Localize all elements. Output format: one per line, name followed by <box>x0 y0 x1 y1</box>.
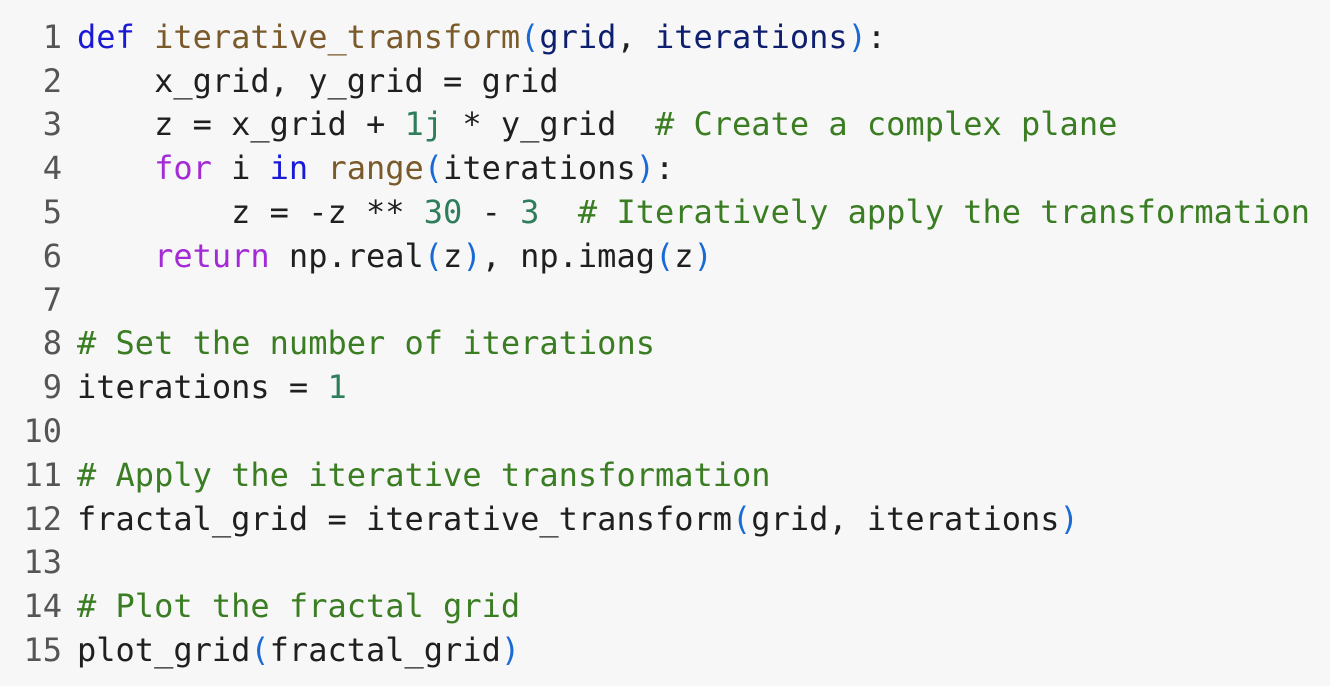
code-token-paren: ) <box>500 631 521 670</box>
line-number: 4 <box>42 149 62 188</box>
code-token-plain: , np.imag <box>481 236 655 275</box>
code-token-builtin: range <box>327 149 424 188</box>
code-line[interactable]: 3 z = x_grid + 1j * y_grid # Create a co… <box>0 103 1330 147</box>
line-code[interactable]: plot_grid(fractal_grid) <box>77 631 520 669</box>
code-line[interactable]: 14 # Plot the fractal grid <box>0 584 1330 628</box>
code-token-num: 1j <box>404 105 444 144</box>
code-token-plain: x_grid, y_grid = grid <box>77 61 559 100</box>
code-token-num: 30 <box>423 193 463 232</box>
line-number: 9 <box>42 368 62 407</box>
line-number: 13 <box>23 543 62 582</box>
line-number: 14 <box>23 587 62 626</box>
code-token-plain: i <box>211 149 270 188</box>
code-token-plain: fractal_grid = iterative_transform <box>77 499 733 538</box>
code-token-ctrl: return <box>154 236 270 275</box>
line-code[interactable]: # Plot the fractal grid <box>77 587 520 625</box>
line-code[interactable]: z = x_grid + 1j * y_grid # Create a comp… <box>77 105 1117 143</box>
code-token-comment: # Iteratively apply the transformation <box>577 193 1310 232</box>
code-token-param: iterations <box>654 17 848 56</box>
code-token-plain: : <box>866 17 887 56</box>
code-token-paren: ) <box>462 236 482 275</box>
code-line[interactable]: 7 <box>0 278 1330 322</box>
code-token-plain: z <box>674 236 694 275</box>
code-line[interactable]: 4 for i in range(iterations): <box>0 146 1330 190</box>
code-line[interactable]: 8 # Set the number of iterations <box>0 322 1330 366</box>
line-number: 1 <box>42 17 62 56</box>
code-token-plain: plot_grid <box>77 631 251 670</box>
code-token-plain: grid, iterations <box>751 499 1060 538</box>
code-token-fn: iterative_transform <box>154 17 521 56</box>
line-code[interactable]: fractal_grid = iterative_transform(grid,… <box>77 500 1079 538</box>
code-token-plain: * y_grid <box>443 105 655 144</box>
code-token-paren: ( <box>423 149 444 188</box>
code-token-comment: # Create a complex plane <box>654 105 1118 144</box>
code-token-plain: iterations <box>443 149 636 188</box>
line-number: 6 <box>42 236 62 275</box>
line-code[interactable]: # Set the number of iterations <box>77 324 655 362</box>
code-token-paren: ( <box>654 236 675 275</box>
code-token-plain: z <box>443 236 463 275</box>
code-token-plain: , <box>616 17 655 56</box>
code-token-paren: ( <box>732 499 752 538</box>
code-token-param: grid <box>539 17 617 56</box>
code-token-comment: # Set the number of iterations <box>77 324 655 363</box>
line-code[interactable]: iterations = 1 <box>77 368 347 406</box>
line-number: 3 <box>42 105 62 144</box>
line-number: 15 <box>23 631 62 670</box>
line-code[interactable]: x_grid, y_grid = grid <box>77 62 559 100</box>
line-number: 8 <box>42 324 62 363</box>
line-code[interactable]: z = -z ** 30 - 3 # Iteratively apply the… <box>77 193 1310 231</box>
code-token-num: 3 <box>520 193 540 232</box>
code-line[interactable]: 13 <box>0 541 1330 585</box>
code-line[interactable]: 9 iterations = 1 <box>0 365 1330 409</box>
code-token-in: in <box>269 149 309 188</box>
code-token-paren: ( <box>423 236 444 275</box>
code-token-plain: z = -z ** <box>77 193 424 232</box>
code-token-plain: : <box>654 149 675 188</box>
line-number: 11 <box>23 455 62 494</box>
code-token-paren: ) <box>1059 499 1079 538</box>
code-line[interactable]: 2 x_grid, y_grid = grid <box>0 59 1330 103</box>
code-token-plain: - <box>462 193 521 232</box>
code-token-kw: def <box>77 17 135 56</box>
code-token-plain: fractal_grid <box>269 631 501 670</box>
code-line[interactable]: 5 z = -z ** 30 - 3 # Iteratively apply t… <box>0 190 1330 234</box>
code-line[interactable]: 6 return np.real(z), np.imag(z) <box>0 234 1330 278</box>
line-number: 12 <box>23 499 62 538</box>
code-token-num: 1 <box>327 368 347 407</box>
code-token-paren: ( <box>520 17 540 56</box>
line-number: 7 <box>42 280 62 319</box>
line-number: 5 <box>42 193 62 232</box>
code-token-paren: ( <box>250 631 270 670</box>
code-token-comment: # Apply the iterative transformation <box>77 455 771 494</box>
code-line[interactable]: 12 fractal_grid = iterative_transform(gri… <box>0 497 1330 541</box>
line-code[interactable]: # Apply the iterative transformation <box>77 456 771 494</box>
line-code[interactable]: return np.real(z), np.imag(z) <box>77 237 713 275</box>
code-line[interactable]: 1 def iterative_transform(grid, iteration… <box>0 15 1330 59</box>
code-token-plain: np.real <box>269 236 424 275</box>
line-code[interactable]: def iterative_transform(grid, iterations… <box>77 18 886 56</box>
code-token-paren: ) <box>847 17 867 56</box>
code-line[interactable]: 10 <box>0 409 1330 453</box>
code-token-comment: # Plot the fractal grid <box>77 587 521 626</box>
code-token-paren: ) <box>693 236 713 275</box>
line-number: 2 <box>42 61 62 100</box>
code-editor[interactable]: 1 def iterative_transform(grid, iteration… <box>0 0 1330 686</box>
code-token-ctrl: for <box>154 149 212 188</box>
code-token-plain: iterations = <box>77 368 328 407</box>
code-line[interactable]: 15 plot_grid(fractal_grid) <box>0 628 1330 672</box>
line-number: 10 <box>23 412 62 451</box>
code-token-plain: z = x_grid + <box>77 105 405 144</box>
code-token-paren: ) <box>635 149 655 188</box>
code-line[interactable]: 11 # Apply the iterative transformation <box>0 453 1330 497</box>
line-code[interactable]: for i in range(iterations): <box>77 149 674 187</box>
